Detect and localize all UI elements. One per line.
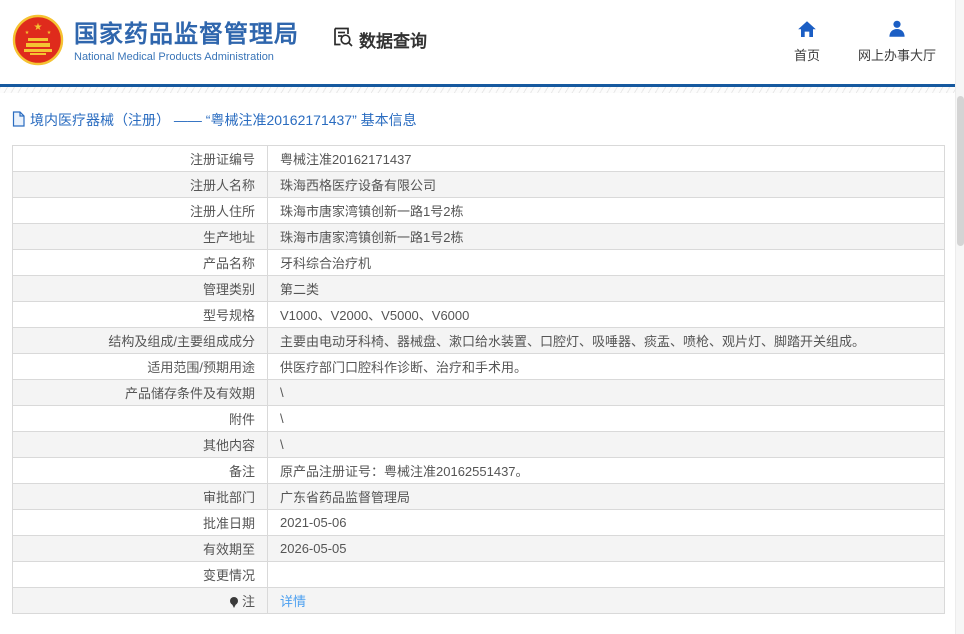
table-row: 其他内容 \: [12, 431, 945, 458]
table-row: 注册人名称 珠海西格医疗设备有限公司: [12, 171, 945, 198]
table-row: 变更情况: [12, 561, 945, 588]
row-value: 详情: [267, 587, 945, 614]
nav-service-hall[interactable]: 网上办事大厅: [858, 20, 936, 64]
svg-text:★: ★: [47, 30, 52, 36]
row-label: 附件: [12, 405, 268, 432]
row-label: 适用范围/预期用途: [12, 353, 268, 380]
nav-home-label: 首页: [793, 48, 820, 63]
row-label: 有效期至: [12, 535, 268, 562]
table-row: 结构及组成/主要组成成分 主要由电动牙科椅、器械盘、漱口给水装置、口腔灯、吸唾器、…: [12, 327, 945, 354]
row-value: V1000、V2000、V5000、V6000: [267, 301, 945, 328]
nav-home[interactable]: 首页: [794, 20, 820, 64]
row-label: 注册人名称: [12, 171, 268, 198]
row-value: 2026-05-05: [267, 535, 945, 562]
home-icon: [797, 20, 817, 41]
org-name-cn: 国家药品监督管理局: [74, 20, 299, 48]
table-row: 注册人住所 珠海市唐家湾镇创新一路1号2栋: [12, 197, 945, 224]
person-icon: [887, 20, 907, 41]
table-row: 备注 原产品注册证号：粤械注准20162551437。: [12, 457, 945, 484]
table-row: 注详情: [12, 587, 945, 614]
row-label: 批准日期: [12, 509, 268, 536]
row-value: 2021-05-06: [267, 509, 945, 536]
page: { "header": { "org_name_cn": "国家药品监督管理局"…: [0, 0, 964, 634]
doc-search-icon: [331, 25, 354, 53]
table-row: 附件 \: [12, 405, 945, 432]
row-label: 变更情况: [12, 561, 268, 588]
row-label: 注: [12, 587, 268, 614]
brand: ★ ★ ★ 国家药品监督管理局 National Medical Product…: [12, 14, 299, 71]
row-label: 审批部门: [12, 483, 268, 510]
data-query-button[interactable]: 数据查询: [331, 25, 427, 53]
row-value: 牙科综合治疗机: [267, 249, 945, 276]
table-row: 产品储存条件及有效期 \: [12, 379, 945, 406]
header-divider: [0, 84, 964, 93]
row-label: 注册证编号: [12, 145, 268, 172]
row-label: 结构及组成/主要组成成分: [12, 327, 268, 354]
breadcrumb-text: 境内医疗器械（注册） —— “粤械注准20162171437” 基本信息: [30, 112, 417, 128]
row-value: 广东省药品监督管理局: [267, 483, 945, 510]
row-value: \: [267, 379, 945, 406]
svg-text:★: ★: [34, 22, 43, 33]
row-value: 供医疗部门口腔科作诊断、治疗和手术用。: [267, 353, 945, 380]
row-label: 生产地址: [12, 223, 268, 250]
table-row: 有效期至 2026-05-05: [12, 535, 945, 562]
table-row: 批准日期 2021-05-06: [12, 509, 945, 536]
table-row: 注册证编号 粤械注准20162171437: [12, 145, 945, 172]
table-row: 管理类别 第二类: [12, 275, 945, 302]
scrollbar[interactable]: [955, 0, 964, 634]
row-value: 第二类: [267, 275, 945, 302]
table-row: 生产地址 珠海市唐家湾镇创新一路1号2栋: [12, 223, 945, 250]
table-row: 适用范围/预期用途 供医疗部门口腔科作诊断、治疗和手术用。: [12, 353, 945, 380]
row-value: 珠海市唐家湾镇创新一路1号2栋: [267, 223, 945, 250]
row-value: 粤械注准20162171437: [267, 145, 945, 172]
row-label: 产品名称: [12, 249, 268, 276]
row-value: \: [267, 405, 945, 432]
row-value: 主要由电动牙科椅、器械盘、漱口给水装置、口腔灯、吸唾器、痰盂、喷枪、观片灯、脚踏…: [267, 327, 945, 354]
row-label: 备注: [12, 457, 268, 484]
scrollbar-thumb[interactable]: [957, 96, 964, 246]
row-value: [267, 561, 945, 588]
data-query-label: 数据查询: [359, 31, 427, 51]
site-header: ★ ★ ★ 国家药品监督管理局 National Medical Product…: [0, 0, 964, 84]
brand-text: 国家药品监督管理局 National Medical Products Admi…: [74, 21, 299, 64]
nav-service-hall-label: 网上办事大厅: [857, 48, 936, 63]
header-nav: 首页 网上办事大厅: [794, 20, 964, 64]
row-label: 产品储存条件及有效期: [12, 379, 268, 406]
info-table: 注册证编号 粤械注准20162171437 注册人名称 珠海西格医疗设备有限公司 注册人…: [12, 145, 945, 614]
row-value: 原产品注册证号：粤械注准20162551437。: [267, 457, 945, 484]
table-row: 产品名称 牙科综合治疗机: [12, 249, 945, 276]
row-label: 其他内容: [12, 431, 268, 458]
nmpa-emblem-logo: ★ ★ ★: [12, 14, 64, 71]
table-row: 型号规格 V1000、V2000、V5000、V6000: [12, 301, 945, 328]
row-label: 型号规格: [12, 301, 268, 328]
row-value: 珠海市唐家湾镇创新一路1号2栋: [267, 197, 945, 224]
document-icon: [12, 110, 25, 130]
table-row: 审批部门 广东省药品监督管理局: [12, 483, 945, 510]
org-name-en: National Medical Products Administration: [74, 51, 274, 64]
row-value: 珠海西格医疗设备有限公司: [267, 171, 945, 198]
row-value: \: [267, 431, 945, 458]
svg-text:★: ★: [25, 30, 30, 36]
row-label: 管理类别: [12, 275, 268, 302]
breadcrumb: 境内医疗器械（注册） —— “粤械注准20162171437” 基本信息: [0, 93, 964, 142]
detail-link[interactable]: 详情: [280, 594, 306, 609]
row-label: 注册人住所: [12, 197, 268, 224]
pin-icon: [229, 597, 238, 608]
